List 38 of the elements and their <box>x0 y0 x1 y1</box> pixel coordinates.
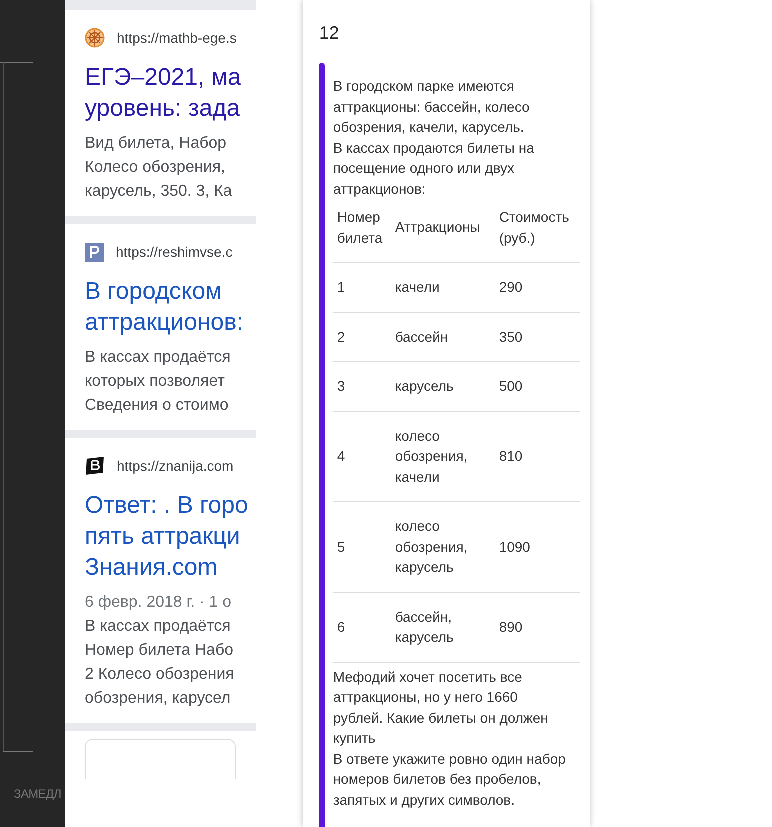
result-title-link[interactable]: Ответ: . В горо пять аттракци Знания.com <box>85 490 248 583</box>
task-intro: В городском парке имеются аттракционы: бассейн, колесо обозрения, качели, карусель. В кассах продаются билеты на посещение одного или двух аттракционов: <box>333 77 536 199</box>
table-header: Стоимость (руб.) <box>495 207 580 262</box>
table-header: Аттракционы <box>391 207 496 262</box>
table-cell: 290 <box>495 262 580 312</box>
result-url[interactable]: https://reshimvse.c <box>116 242 233 262</box>
table-cell: колесо обозрения, качели <box>391 411 496 502</box>
table-cell: бассейн <box>391 312 496 362</box>
result-title-link[interactable]: В городском аттракционов: <box>85 276 248 338</box>
table-cell: качели <box>391 262 496 312</box>
table-cell: колесо обозрения, карусель <box>391 502 496 592</box>
result-snippet: В кассах продаётся Номер билета Набо 2 Колесо обозрения обозрения, карусел <box>85 617 236 709</box>
b-logo-icon <box>85 457 105 475</box>
table-cell: 810 <box>495 411 580 502</box>
side-panel-label: ЗАМЕДЛ <box>14 786 62 803</box>
result-url[interactable]: https://mathb-ege.s <box>117 28 237 48</box>
task-question: Мефодий хочет посетить все аттракционы, но у него 1660 рублей. Какие билеты он должен купить В ответе укажите ровно один набор номеров билетов без пробелов, запятых и других символов. <box>333 668 567 810</box>
table-header: Номер билета <box>333 207 392 262</box>
wheel-icon <box>85 28 105 48</box>
table-cell: 3 <box>333 362 392 411</box>
table-cell: 1090 <box>495 502 580 592</box>
p-logo-icon <box>85 242 104 262</box>
table-cell: 2 <box>333 312 392 362</box>
table-cell: бассейн, карусель <box>391 592 496 662</box>
result-snippet: Вид билета, Набор Колесо обозрения, карусель, 350. 3, Ка <box>85 134 234 202</box>
result-title-link[interactable]: ЕГЭ–2021, ма уровень: зада <box>85 62 248 124</box>
table-cell: 500 <box>495 362 580 411</box>
table-cell: 5 <box>333 502 392 592</box>
table-cell: 4 <box>333 411 392 502</box>
result-snippet: В кассах продаётся которых позволяет Сведения о стоимо <box>85 348 232 416</box>
table-cell: 350 <box>495 312 580 362</box>
table-cell: 1 <box>333 262 392 312</box>
result-date: 6 февр. 2018 г. · 1 о <box>85 593 233 613</box>
table-cell: 890 <box>495 592 580 662</box>
task-number: 12 <box>319 22 340 45</box>
table-cell: карусель <box>391 362 496 411</box>
table-cell: 6 <box>333 592 392 662</box>
result-url[interactable]: https://znanija.com <box>117 456 234 476</box>
